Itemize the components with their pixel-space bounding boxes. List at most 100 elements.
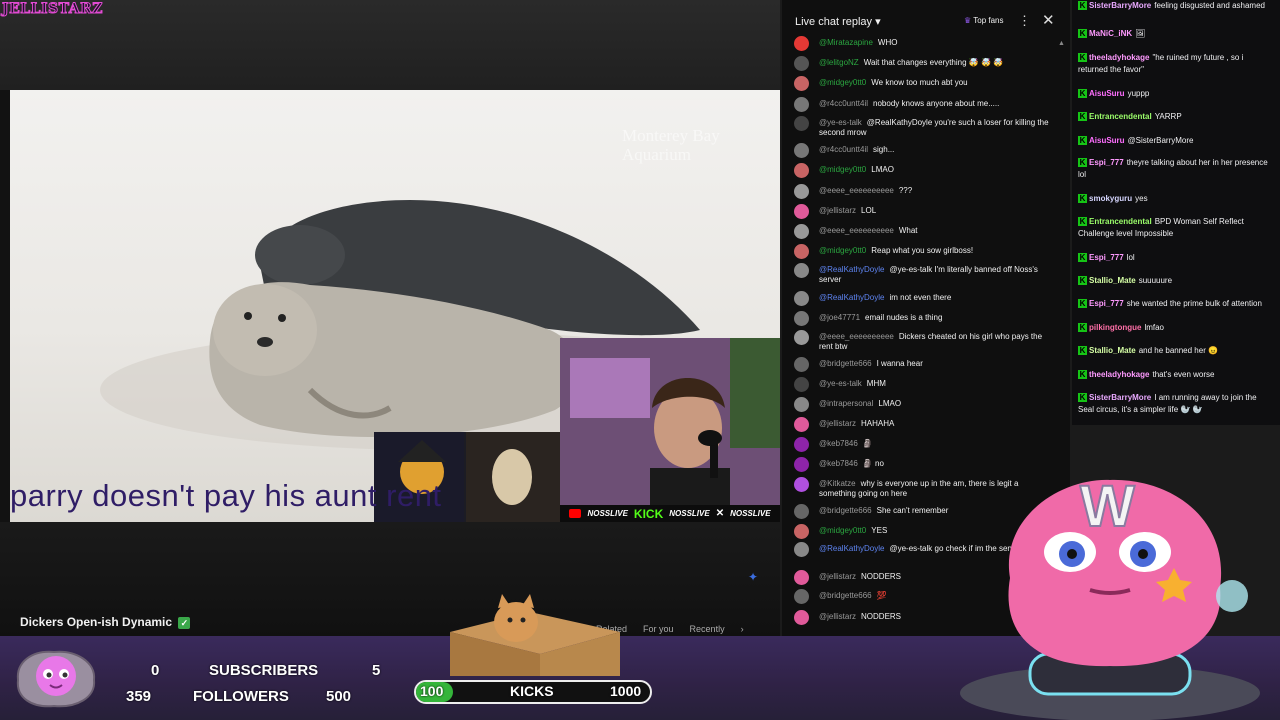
chat-username[interactable]: @keb7846	[819, 459, 858, 468]
chat-message[interactable]: @ye-es-talk MHM	[794, 377, 1056, 392]
chat-username[interactable]: @RealKathyDoyle	[819, 544, 884, 553]
twitch-username[interactable]: AisuSuru	[1089, 89, 1125, 98]
chat-message[interactable]: @bridgette666 I wanna hear	[794, 357, 1056, 372]
chat-username[interactable]: @r4cc0untt4il	[819, 99, 868, 108]
twitch-username[interactable]: theeladyhokage	[1089, 370, 1149, 379]
avatar[interactable]	[794, 263, 809, 278]
chat-message[interactable]: @jellistarz LOL	[794, 204, 1056, 219]
chat-username[interactable]: @ye-es-talk	[819, 118, 862, 127]
avatar[interactable]	[794, 36, 809, 51]
chat-username[interactable]: @jellistarz	[819, 612, 856, 621]
chat-username[interactable]: @Kitkatze	[819, 479, 856, 488]
chat-message[interactable]: @RealKathyDoyle im not even there	[794, 291, 1056, 306]
avatar[interactable]	[794, 224, 809, 239]
chat-username[interactable]: @bridgette666	[819, 591, 872, 600]
chip-for-you[interactable]: For you	[643, 624, 674, 634]
chat-message[interactable]: @r4cc0untt4il nobody knows anyone about m…	[794, 97, 1056, 112]
twitch-username[interactable]: Espi_777	[1089, 299, 1124, 308]
avatar[interactable]	[794, 116, 809, 131]
video-player[interactable]: Monterey Bay Aquarium NOSSLIVE KICK NOSS…	[0, 0, 780, 640]
chat-username[interactable]: @midgey0tt0	[819, 526, 866, 535]
cast-icon[interactable]: ✦	[748, 570, 770, 586]
chat-username[interactable]: @midgey0tt0	[819, 246, 866, 255]
chat-username[interactable]: @RealKathyDoyle	[819, 293, 884, 302]
avatar[interactable]	[794, 291, 809, 306]
twitch-username[interactable]: SisterBarryMore	[1089, 393, 1151, 402]
twitch-username[interactable]: theeladyhokage	[1089, 53, 1149, 62]
avatar[interactable]	[794, 76, 809, 91]
chat-mode-dropdown[interactable]: Live chat replay ▾	[795, 15, 881, 28]
chat-username[interactable]: @joe47771	[819, 313, 860, 322]
chat-message[interactable]: @keb7846 🗿	[794, 437, 1056, 452]
avatar[interactable]	[794, 97, 809, 112]
video-title[interactable]: Dickers Open-ish Dynamic ✓	[20, 615, 191, 629]
avatar[interactable]	[794, 504, 809, 519]
chat-username[interactable]: @ye-es-talk	[819, 379, 862, 388]
avatar[interactable]	[794, 570, 809, 585]
chat-username[interactable]: @midgey0tt0	[819, 165, 866, 174]
chat-message[interactable]: @intrapersonal LMAO	[794, 397, 1056, 412]
avatar[interactable]	[794, 542, 809, 557]
avatar[interactable]	[794, 204, 809, 219]
chat-message[interactable]: @eeee_eeeeeeeeee Dickers cheated on his g…	[794, 330, 1056, 352]
avatar[interactable]	[794, 417, 809, 432]
avatar[interactable]	[794, 143, 809, 158]
twitch-username[interactable]: Entrancendental	[1089, 217, 1152, 226]
chat-username[interactable]: @lelitgoNZ	[819, 58, 859, 67]
twitch-username[interactable]: Espi_777	[1089, 253, 1124, 262]
avatar[interactable]	[794, 457, 809, 472]
chat-message[interactable]: @lelitgoNZ Wait that changes everything 🤯…	[794, 56, 1056, 71]
twitch-username[interactable]: Stallio_Mate	[1089, 346, 1136, 355]
chevron-right-icon[interactable]: ›	[741, 624, 744, 634]
avatar[interactable]	[794, 589, 809, 604]
chat-message[interactable]: @jellistarz HAHAHA	[794, 417, 1056, 432]
chat-message[interactable]: @RealKathyDoyle @ye-es-talk I'm literally…	[794, 263, 1056, 285]
top-fans-button[interactable]: ♛ Top fans	[964, 16, 1004, 25]
chat-username[interactable]: @jellistarz	[819, 572, 856, 581]
chat-message[interactable]: @midgey0tt0 LMAO	[794, 163, 1056, 178]
avatar[interactable]	[794, 524, 809, 539]
chat-username[interactable]: @jellistarz	[819, 206, 856, 215]
chat-username[interactable]: @midgey0tt0	[819, 78, 866, 87]
chat-username[interactable]: @intrapersonal	[819, 399, 873, 408]
scroll-up-icon[interactable]: ▲	[1058, 40, 1065, 47]
avatar[interactable]	[794, 184, 809, 199]
avatar[interactable]	[794, 163, 809, 178]
more-options-icon[interactable]: ⋮	[1018, 13, 1031, 29]
twitch-username[interactable]: Espi_777	[1089, 158, 1124, 167]
avatar[interactable]	[794, 244, 809, 259]
chat-message[interactable]: @eeee_eeeeeeeeee???	[794, 184, 1056, 199]
twitch-username[interactable]: AisuSuru	[1089, 136, 1125, 145]
avatar[interactable]	[794, 610, 809, 625]
chat-username[interactable]: @bridgette666	[819, 506, 872, 515]
twitch-username[interactable]: Entrancendental	[1089, 112, 1152, 121]
chat-username[interactable]: @eeee_eeeeeeeeee	[819, 186, 894, 195]
avatar[interactable]	[794, 477, 809, 492]
avatar[interactable]	[794, 397, 809, 412]
avatar[interactable]	[794, 330, 809, 345]
chat-username[interactable]: @Miratazapine	[819, 38, 873, 47]
chat-username[interactable]: @RealKathyDoyle	[819, 265, 884, 274]
chat-message[interactable]: @joe47771 email nudes is a thing	[794, 311, 1056, 326]
chat-username[interactable]: @eeee_eeeeeeeeee	[819, 226, 894, 235]
chat-message[interactable]: @ye-es-talk @RealKathyDoyle you're such a…	[794, 116, 1056, 138]
chat-username[interactable]: @r4cc0untt4il	[819, 145, 868, 154]
chat-username[interactable]: @keb7846	[819, 439, 858, 448]
avatar[interactable]	[794, 56, 809, 71]
chat-message[interactable]: @midgey0tt0 We know too much abt you	[794, 76, 1056, 91]
chat-message[interactable]: @eeee_eeeeeeeeee What	[794, 224, 1056, 239]
avatar[interactable]	[794, 437, 809, 452]
chat-message[interactable]: @midgey0tt0 Reap what you sow girlboss!	[794, 244, 1056, 259]
chat-message[interactable]: @Miratazapine WHO	[794, 36, 1056, 51]
close-icon[interactable]: ✕	[1042, 11, 1055, 29]
chat-message[interactable]: @r4cc0untt4il sigh...	[794, 143, 1056, 158]
avatar[interactable]	[794, 377, 809, 392]
twitch-username[interactable]: MaNiC_iNK	[1089, 29, 1132, 38]
chat-username[interactable]: @bridgette666	[819, 359, 872, 368]
chip-recently[interactable]: Recently	[690, 624, 725, 634]
avatar[interactable]	[794, 357, 809, 372]
twitch-username[interactable]: Stallio_Mate	[1089, 276, 1136, 285]
chat-username[interactable]: @eeee_eeeeeeeeee	[819, 332, 894, 341]
avatar[interactable]	[794, 311, 809, 326]
twitch-username[interactable]: pilkingtongue	[1089, 323, 1141, 332]
